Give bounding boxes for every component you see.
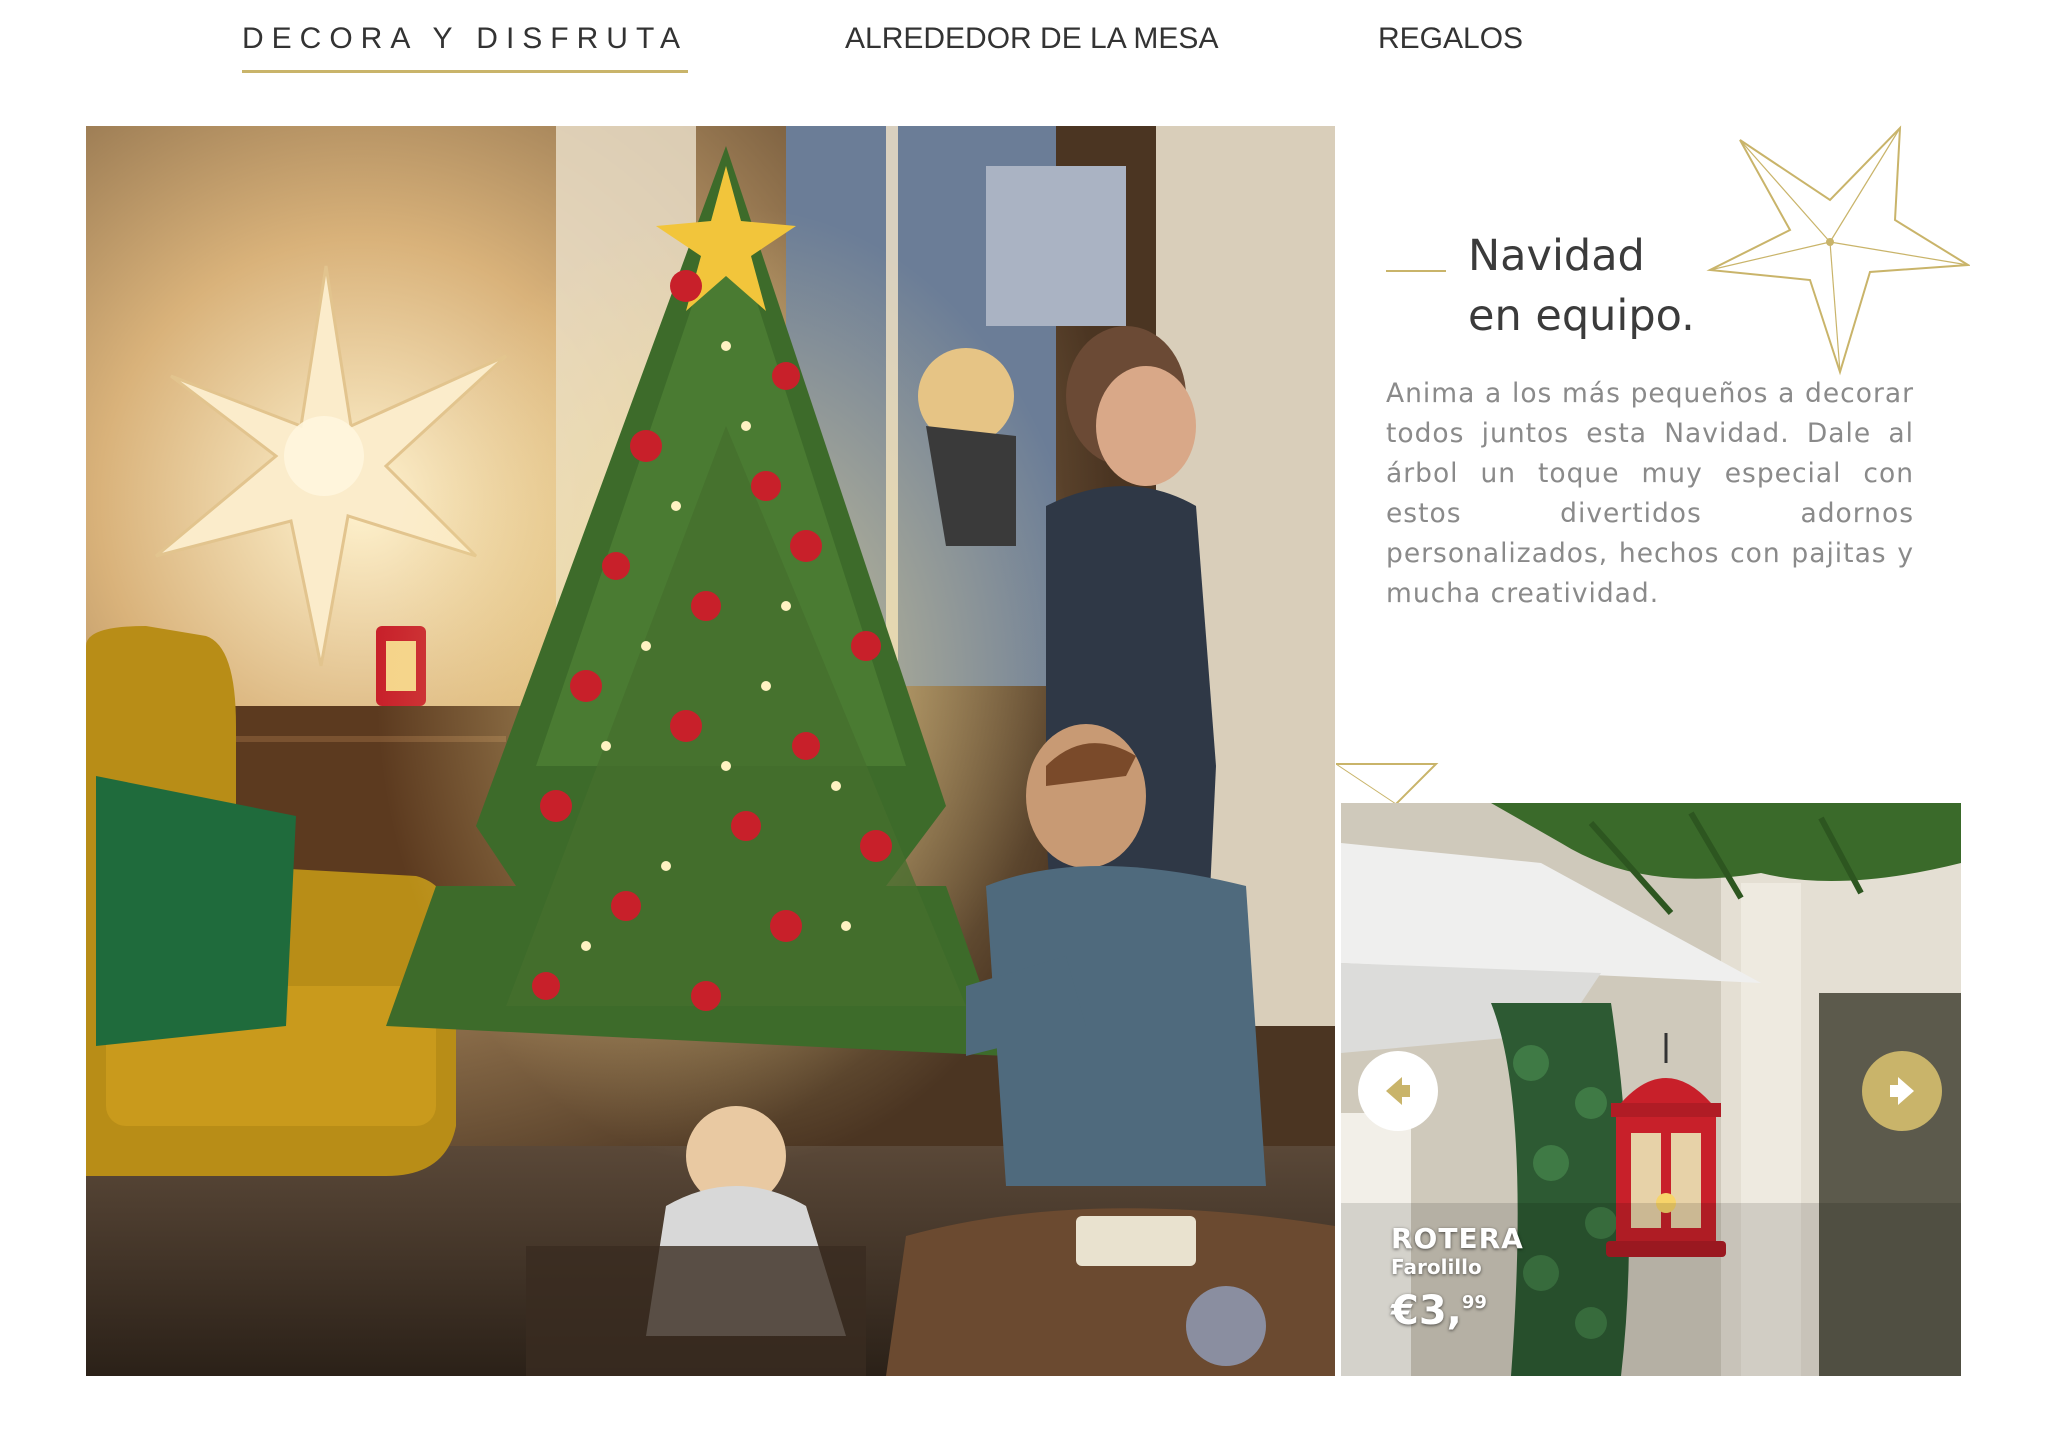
carousel-next-button[interactable]: [1862, 1051, 1942, 1131]
arrow-right-icon: [1890, 1077, 1914, 1105]
product-carousel: ROTERA Farolillo €3,99: [1341, 803, 1961, 1376]
product-info[interactable]: ROTERA Farolillo €3,99: [1391, 1223, 1524, 1335]
hero-photo-family-decorating-tree: [86, 126, 1335, 1376]
product-price-main: €3,: [1391, 1288, 1462, 1334]
article-title-line2: en equipo.: [1468, 291, 1695, 341]
title-accent-line: [1386, 270, 1446, 272]
page: DECORA Y DISFRUTA ALREDEDOR DE LA MESA R…: [0, 0, 2048, 1435]
article-title-line1: Navidad: [1468, 231, 1645, 281]
tab-alrededor-de-la-mesa[interactable]: ALREDEDOR DE LA MESA: [845, 22, 1218, 56]
star-fragment-icon: [1336, 763, 1439, 805]
tab-regalos[interactable]: REGALOS: [1378, 22, 1523, 56]
article-body: Anima a los más pequeños a decorar todos…: [1386, 378, 1914, 609]
article-panel: Navidad en equipo. Anima a los más peque…: [1386, 126, 2006, 786]
article-title: Navidad en equipo.: [1468, 226, 1695, 346]
top-navigation: DECORA Y DISFRUTA ALREDEDOR DE LA MESA R…: [0, 0, 2048, 90]
tab-decora-y-disfruta[interactable]: DECORA Y DISFRUTA: [242, 22, 689, 73]
product-price-cents: 99: [1461, 1292, 1487, 1313]
product-type: Farolillo: [1391, 1255, 1482, 1279]
arrow-left-icon: [1386, 1077, 1410, 1105]
product-price: €3,99: [1391, 1279, 1524, 1335]
carousel-prev-button[interactable]: [1358, 1051, 1438, 1131]
product-name: ROTERA: [1391, 1222, 1524, 1255]
